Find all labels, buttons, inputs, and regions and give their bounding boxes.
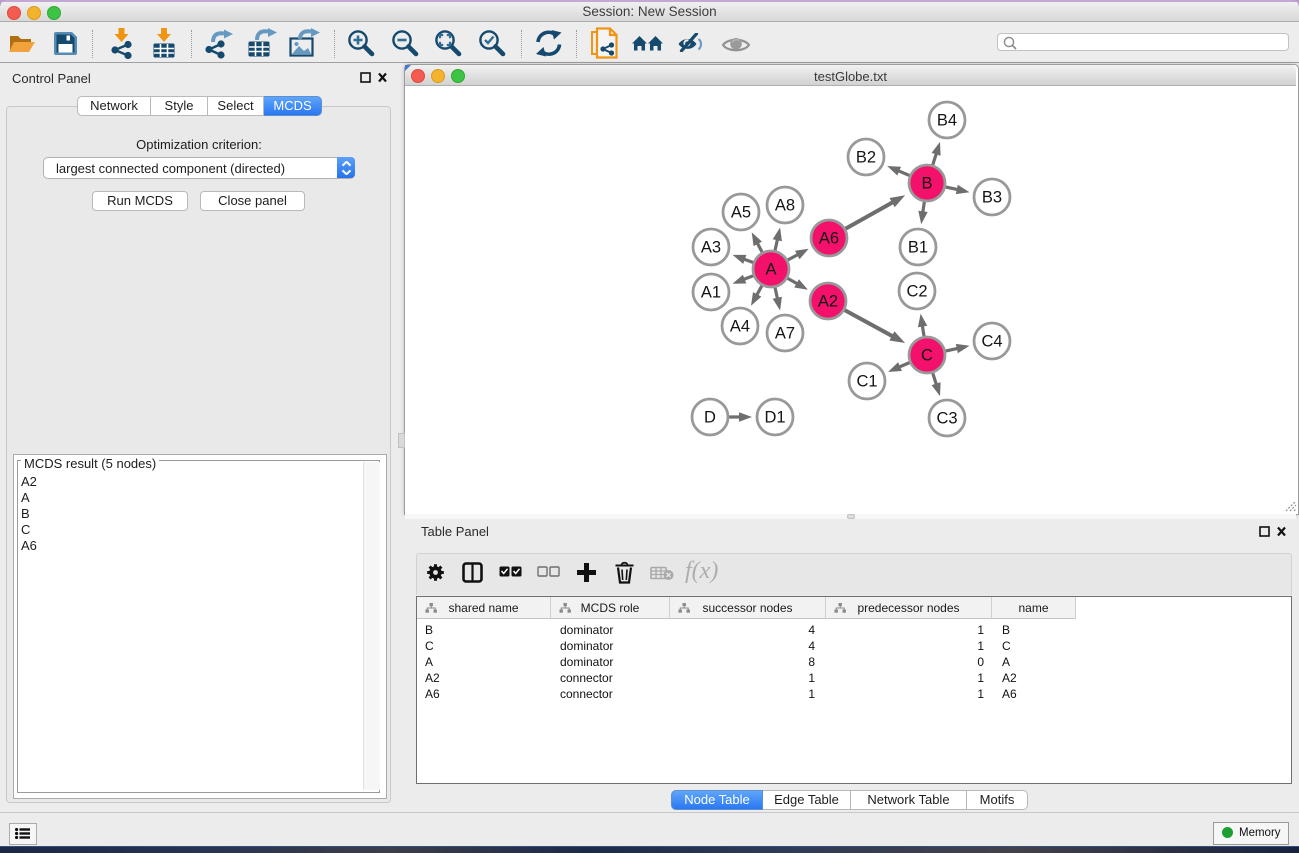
svg-text:C1: C1 bbox=[856, 373, 877, 391]
svg-text:A2: A2 bbox=[818, 293, 838, 311]
svg-text:B: B bbox=[921, 175, 932, 193]
svg-text:A6: A6 bbox=[819, 230, 839, 248]
svg-text:C3: C3 bbox=[936, 410, 957, 428]
svg-text:A: A bbox=[765, 261, 776, 279]
svg-text:A7: A7 bbox=[775, 325, 795, 343]
svg-text:A5: A5 bbox=[731, 204, 751, 222]
svg-text:A1: A1 bbox=[701, 284, 721, 302]
svg-text:B2: B2 bbox=[856, 149, 876, 167]
svg-text:D: D bbox=[704, 409, 716, 427]
svg-text:B3: B3 bbox=[982, 189, 1002, 207]
svg-text:C: C bbox=[921, 347, 933, 365]
svg-text:C4: C4 bbox=[981, 333, 1002, 351]
svg-text:A8: A8 bbox=[775, 197, 795, 215]
svg-text:A4: A4 bbox=[730, 318, 750, 336]
svg-text:B4: B4 bbox=[937, 112, 957, 130]
svg-text:D1: D1 bbox=[764, 409, 785, 427]
svg-text:A3: A3 bbox=[701, 239, 721, 257]
svg-text:B1: B1 bbox=[908, 239, 928, 257]
svg-text:C2: C2 bbox=[906, 283, 927, 301]
